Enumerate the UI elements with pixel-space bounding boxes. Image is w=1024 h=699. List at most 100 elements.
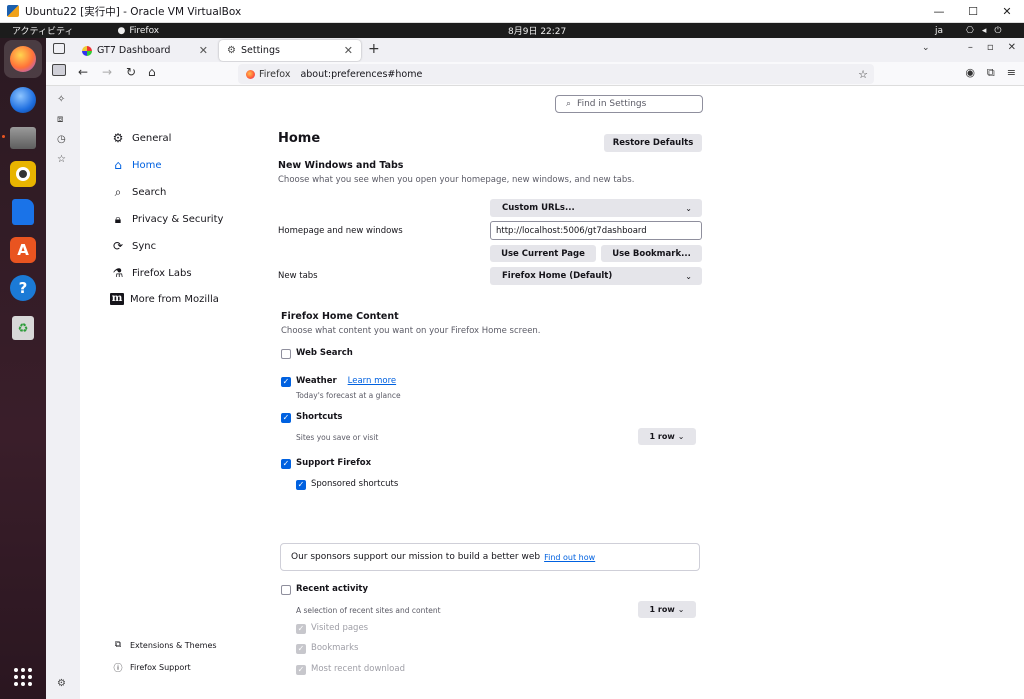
restore-icon[interactable]: ▫ (987, 42, 994, 53)
url-bar[interactable]: Firefox about:preferences#home ☆ (238, 64, 874, 84)
back-arrow-icon[interactable]: ← (78, 65, 88, 79)
shortcuts-checkbox[interactable]: ✓ (281, 413, 291, 423)
writer-icon (12, 199, 34, 225)
category-label: Sync (132, 240, 157, 252)
maximize-button[interactable]: ☐ (956, 0, 990, 23)
gear-icon: ⚙ (112, 131, 124, 145)
new-tabs-select[interactable]: Firefox Home (Default) ⌄ (490, 267, 702, 285)
dock-firefox[interactable] (4, 40, 42, 78)
account-icon[interactable]: ◉ (965, 66, 975, 80)
thunderbird-icon (10, 87, 36, 113)
category-search[interactable]: ⌕ Search (110, 185, 167, 200)
identity-box[interactable]: Firefox (246, 69, 290, 80)
category-privacy[interactable]: 🔒︎ Privacy & Security (110, 212, 224, 227)
minimize-icon[interactable]: – (968, 42, 973, 53)
category-sync[interactable]: ⟳ Sync (110, 239, 156, 253)
gnome-top-bar: アクティビティ ● Firefox 8月9日 22:27 ja ⎔ ◂ ⏻ (0, 23, 1024, 38)
search-icon: ⌕ (566, 99, 572, 109)
category-label: Privacy & Security (132, 214, 224, 225)
list-all-tabs-icon[interactable]: ⌄ (922, 43, 930, 53)
tab-settings[interactable]: ⚙ Settings ✕ (219, 40, 361, 61)
sponsor-info-box: Our sponsors support our mission to buil… (280, 543, 700, 571)
ai-sparkle-icon[interactable]: ✧ (57, 94, 65, 105)
use-bookmark-button[interactable]: Use Bookmark... (601, 245, 702, 262)
homepage-url-input[interactable]: http://localhost:5006/gt7dashboard (490, 221, 702, 240)
firefox-small-icon: ● (117, 25, 126, 36)
support-firefox-checkbox[interactable]: ✓ (281, 459, 291, 469)
app-menu[interactable]: ● Firefox (117, 26, 159, 36)
homepage-label: Homepage and new windows (278, 226, 403, 236)
shortcuts-rows-select[interactable]: 1 row ⌄ (638, 428, 696, 445)
visited-pages-checkbox[interactable]: ✓ (296, 624, 306, 634)
category-label: General (132, 132, 172, 144)
extensions-icon[interactable]: ⧉ (987, 66, 995, 80)
close-window-icon[interactable]: ✕ (1008, 42, 1016, 53)
history-icon[interactable]: ◷ (57, 134, 66, 145)
bookmarks-icon[interactable]: ☆ (57, 154, 66, 165)
weather-text: Weather (296, 376, 337, 386)
dock-app-center[interactable]: A (7, 234, 39, 266)
homepage-mode-select[interactable]: Custom URLs... ⌄ (490, 199, 702, 217)
sponsored-shortcuts-label: Sponsored shortcuts (311, 479, 399, 489)
firefox-window: GT7 Dashboard ✕ ⚙ Settings ✕ + ⌄ – ▫ ✕ ←… (46, 38, 1024, 699)
dock-writer[interactable] (7, 196, 39, 228)
volume-icon: ◂ (981, 25, 987, 36)
url-text[interactable]: about:preferences#home (300, 69, 422, 80)
sync-icon: ⟳ (112, 239, 124, 253)
use-current-page-button[interactable]: Use Current Page (490, 245, 596, 262)
system-tray[interactable]: ⎔ ◂ ⏻ (966, 26, 1002, 36)
show-apps-icon[interactable] (14, 668, 32, 686)
sidebar-strip: ✧ ⧈ ◷ ☆ ⚙ (46, 86, 80, 699)
most-recent-download-checkbox[interactable]: ✓ (296, 665, 306, 675)
weather-subtitle: Today's forecast at a glance (296, 391, 401, 400)
extensions-themes-link[interactable]: ⧉ Extensions & Themes (112, 640, 217, 650)
clock[interactable]: 8月9日 22:27 (508, 24, 566, 37)
recent-rows-select[interactable]: 1 row ⌄ (638, 601, 696, 618)
chevron-down-icon: ⌄ (677, 432, 685, 441)
preferences-page: ⌕ Find in Settings ⚙ General ⌂ Home ⌕ Se… (80, 86, 1024, 699)
web-search-checkbox[interactable] (281, 349, 291, 359)
dock-files[interactable] (7, 122, 39, 154)
dock-help[interactable]: ? (7, 272, 39, 304)
home-icon[interactable]: ⌂ (148, 65, 156, 79)
category-home[interactable]: ⌂ Home (110, 158, 162, 172)
tab-gt7-dashboard[interactable]: GT7 Dashboard ✕ (74, 40, 216, 61)
window-controls: – ▫ ✕ (968, 42, 1016, 53)
find-in-settings-input[interactable]: ⌕ Find in Settings (555, 95, 703, 113)
activities-button[interactable]: アクティビティ (12, 24, 73, 37)
category-firefox-labs[interactable]: ⚗ Firefox Labs (110, 266, 192, 280)
minimize-button[interactable]: — (922, 0, 956, 23)
weather-checkbox[interactable]: ✓ (281, 377, 291, 387)
close-tab-icon[interactable]: ✕ (199, 44, 208, 57)
forward-arrow-icon[interactable]: → (102, 65, 112, 79)
dock-trash[interactable]: ♻ (7, 312, 39, 344)
sponsored-shortcuts-checkbox[interactable]: ✓ (296, 480, 306, 490)
dock-thunderbird[interactable] (7, 84, 39, 116)
category-label: Home (132, 159, 162, 171)
new-tab-button[interactable]: + (368, 41, 380, 57)
dock-rhythmbox[interactable] (7, 158, 39, 190)
extensions-label: Extensions & Themes (130, 640, 217, 650)
bookmarks-checkbox[interactable]: ✓ (296, 644, 306, 654)
shortcuts-subtitle: Sites you save or visit (296, 433, 379, 442)
category-general[interactable]: ⚙ General (110, 131, 172, 145)
restore-defaults-button[interactable]: Restore Defaults (604, 134, 702, 152)
close-tab-icon[interactable]: ✕ (344, 44, 353, 57)
synced-tabs-icon[interactable]: ⧈ (57, 114, 63, 125)
close-button[interactable]: ✕ (990, 0, 1024, 23)
weather-learn-more-link[interactable]: Learn more (348, 376, 396, 386)
support-firefox-label: Support Firefox (296, 458, 372, 468)
recent-activity-checkbox[interactable] (281, 585, 291, 595)
bookmark-star-icon[interactable]: ☆ (858, 68, 868, 81)
reload-icon[interactable]: ↻ (126, 65, 136, 79)
rows-value: 1 row (649, 432, 675, 441)
sidebar-toggle-icon[interactable] (53, 43, 65, 54)
category-more-from-mozilla[interactable]: m More from Mozilla (110, 293, 219, 305)
menu-icon[interactable]: ≡ (1007, 66, 1016, 80)
find-out-how-link[interactable]: Find out how (544, 553, 595, 562)
firefox-support-link[interactable]: ⓘ Firefox Support (112, 661, 190, 674)
customize-sidebar-icon[interactable]: ⚙ (57, 678, 66, 689)
sidebar-icon[interactable] (52, 64, 66, 76)
input-language[interactable]: ja (935, 26, 943, 36)
host-window-titlebar: Ubuntu22 [実行中] - Oracle VM VirtualBox — … (0, 0, 1024, 23)
